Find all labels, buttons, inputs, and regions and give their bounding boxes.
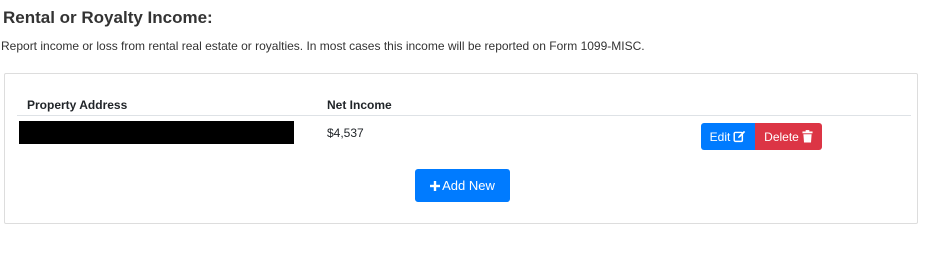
trash-icon [802,130,813,143]
section-description: Report income or loss from rental real e… [1,39,645,53]
table-header-divider [17,115,911,116]
net-income-cell: $4,537 [327,126,364,140]
plus-icon [430,180,441,191]
column-header-property-address: Property Address [27,98,128,112]
edit-button[interactable]: Edit [701,123,755,150]
rental-royalty-page: Rental or Royalty Income: Report income … [0,0,936,263]
column-header-net-income: Net Income [327,98,392,112]
edit-icon [733,130,746,143]
redacted-property-address [19,121,294,144]
edit-button-label: Edit [709,129,731,144]
delete-button[interactable]: Delete [755,123,822,150]
add-new-button[interactable]: Add New [415,169,510,202]
section-title: Rental or Royalty Income: [3,8,213,27]
delete-button-label: Delete [764,129,799,144]
add-new-label: Add New [442,178,495,193]
